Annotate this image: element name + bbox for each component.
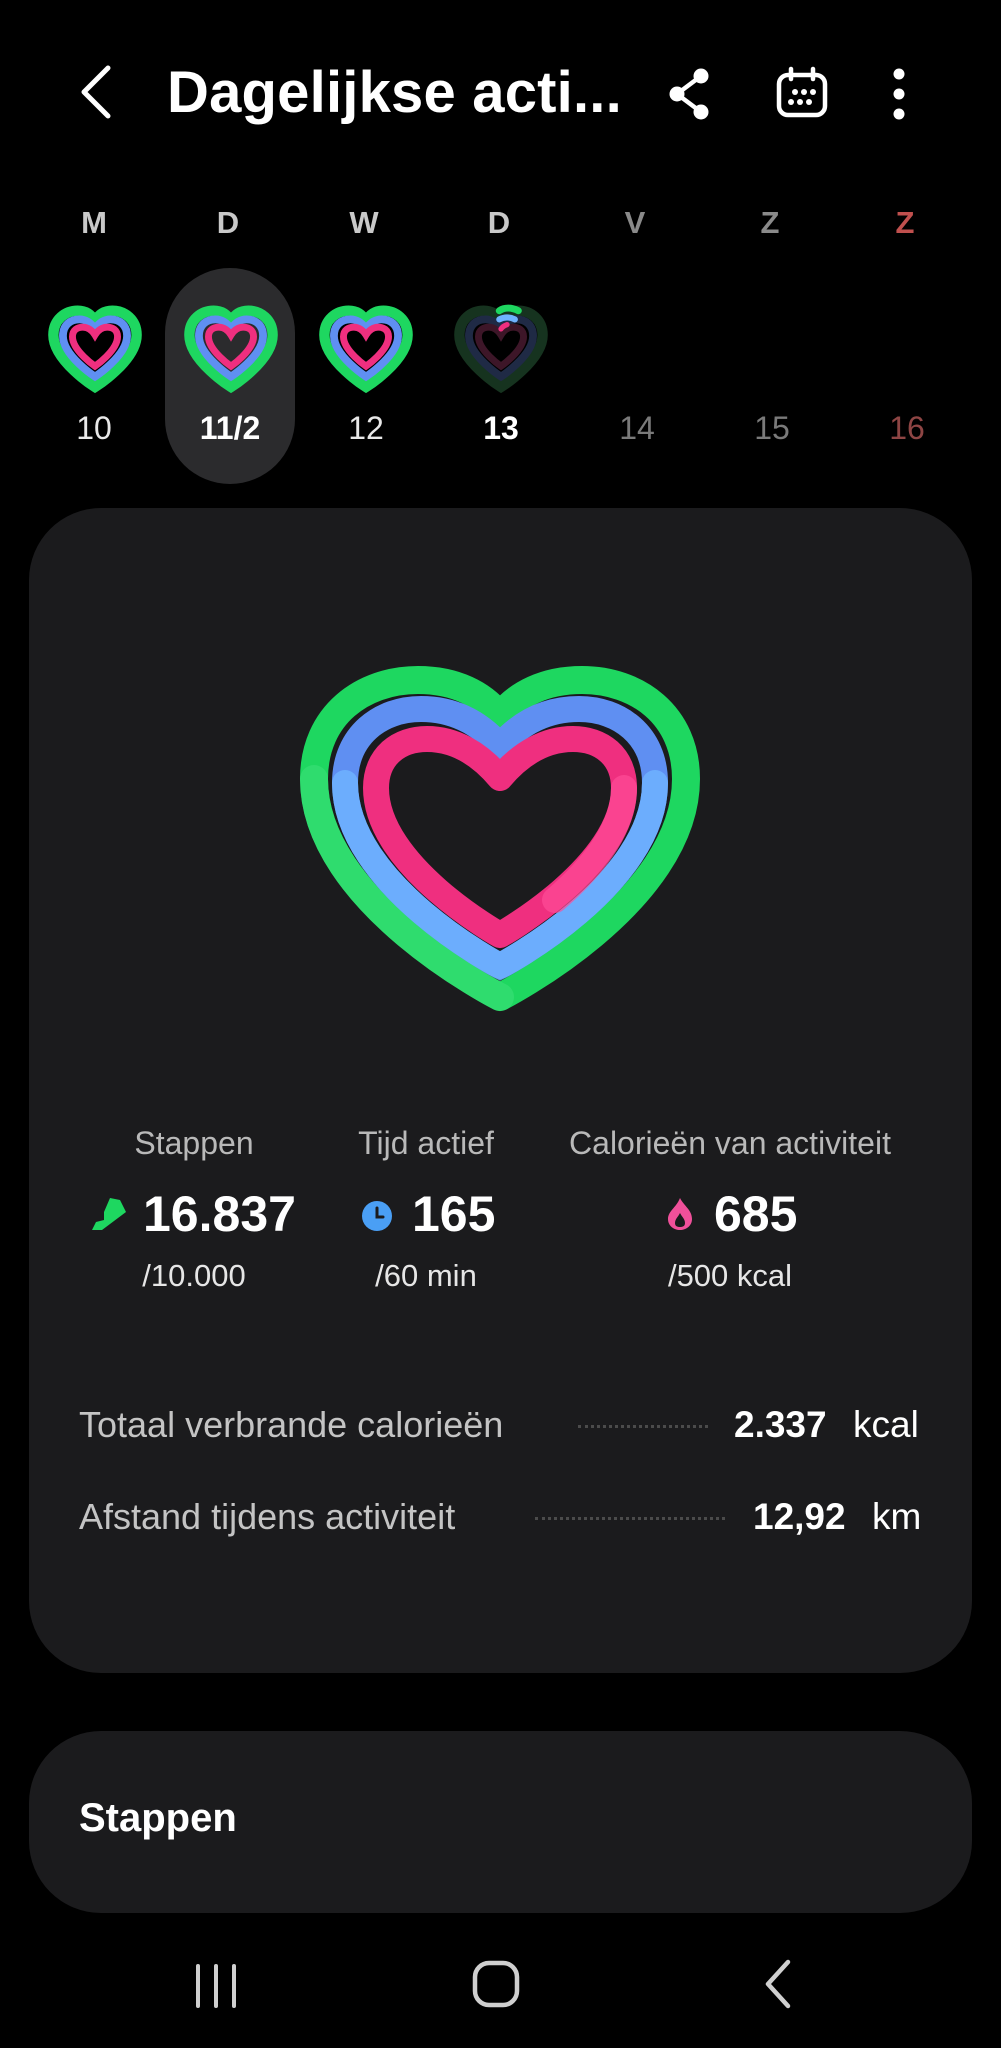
weekday-label: D xyxy=(487,205,511,240)
weekday-label: D xyxy=(216,205,240,240)
active-time-value: 165 xyxy=(412,1186,496,1242)
weekday-label: V xyxy=(624,205,646,240)
day-number[interactable]: 16 xyxy=(857,410,957,447)
leader-dots xyxy=(535,1517,725,1520)
back-button[interactable] xyxy=(72,62,122,122)
day-activity-heart[interactable] xyxy=(43,298,147,398)
calories-label: Calorieën van activiteit xyxy=(569,1125,891,1161)
distance-value: 12,92 xyxy=(753,1496,846,1537)
distance-unit: km xyxy=(872,1496,922,1537)
weekday-label: Z xyxy=(760,205,780,240)
day-number-today[interactable]: 13 xyxy=(451,410,551,447)
day-activity-heart[interactable] xyxy=(314,298,418,398)
home-button[interactable] xyxy=(470,1958,522,2010)
activity-rings-heart xyxy=(290,660,710,1020)
calendar-button[interactable] xyxy=(774,66,830,120)
active-time-goal: /60 min xyxy=(375,1258,477,1293)
weekday-label: Z xyxy=(895,205,915,240)
calories-value: 685 xyxy=(714,1186,798,1242)
share-icon xyxy=(669,68,709,120)
day-number[interactable]: 15 xyxy=(722,410,822,447)
nav-back-button[interactable] xyxy=(760,1958,796,2010)
clock-icon xyxy=(361,1200,393,1232)
weekday-label: W xyxy=(349,205,379,240)
recents-icon xyxy=(196,1964,236,2008)
activity-heart-icon xyxy=(48,305,142,394)
share-button[interactable] xyxy=(665,66,713,122)
day-number[interactable]: 12 xyxy=(316,410,416,447)
activity-heart-large-icon xyxy=(300,666,700,1011)
steps-value: 16.837 xyxy=(143,1186,296,1242)
back-icon xyxy=(765,1959,791,2009)
day-activity-heart-today[interactable] xyxy=(449,298,553,398)
day-number[interactable]: 10 xyxy=(44,410,144,447)
leader-dots xyxy=(578,1425,708,1428)
steps-label: Stappen xyxy=(134,1125,254,1161)
total-calories-value: 2.337 xyxy=(734,1404,827,1445)
total-calories-label: Totaal verbrande calorieën xyxy=(79,1404,504,1445)
calories-goal: /500 kcal xyxy=(667,1258,793,1293)
recents-button[interactable] xyxy=(190,1962,242,2010)
distance-label: Afstand tijdens activiteit xyxy=(79,1496,456,1537)
day-activity-heart[interactable] xyxy=(179,298,283,398)
page-title: Dagelijkse acti... xyxy=(167,60,622,125)
steps-card-title: Stappen xyxy=(79,1796,237,1840)
more-options-button[interactable] xyxy=(882,66,916,122)
activity-heart-icon xyxy=(319,305,413,394)
day-number[interactable]: 14 xyxy=(587,410,687,447)
activity-heart-icon xyxy=(454,304,548,394)
steps-goal: /10.000 xyxy=(142,1258,246,1293)
shoe-icon xyxy=(90,1196,128,1232)
calendar-icon xyxy=(776,66,828,118)
activity-heart-icon xyxy=(184,305,278,394)
weekday-label: M xyxy=(81,205,107,240)
total-calories-unit: kcal xyxy=(853,1404,919,1445)
back-icon xyxy=(81,65,111,119)
more-vert-icon xyxy=(893,68,905,120)
home-icon xyxy=(472,1960,520,2008)
flame-icon xyxy=(664,1196,696,1232)
active-time-label: Tijd actief xyxy=(358,1125,494,1161)
day-number-selected[interactable]: 11/2 xyxy=(180,410,280,447)
